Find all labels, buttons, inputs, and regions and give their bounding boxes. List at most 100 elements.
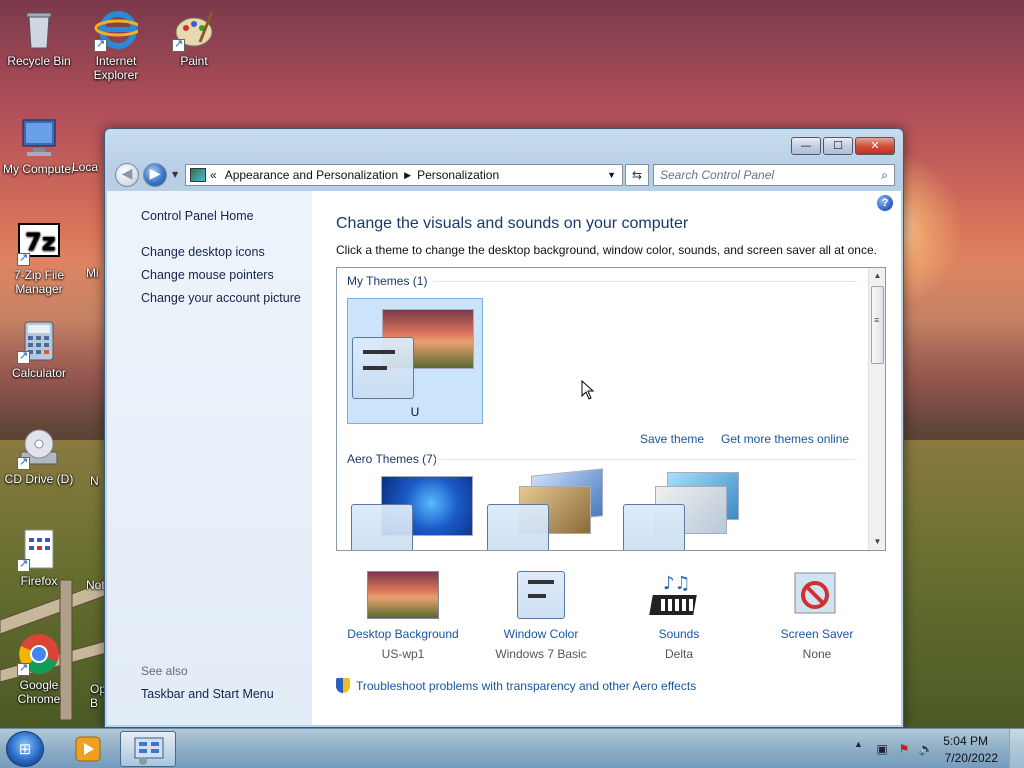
scroll-up-icon[interactable]: ▲ (869, 268, 885, 284)
personalization-window: — ☐ ✕ ◀ ▶ ▼ « Appearance and Personaliza… (104, 128, 904, 728)
main-panel: ? Change the visuals and sounds on your … (312, 191, 901, 725)
breadcrumb-appearance[interactable]: Appearance and Personalization (225, 168, 398, 182)
show-desktop-button[interactable] (1009, 729, 1024, 768)
back-button[interactable]: ◀ (115, 163, 139, 187)
search-placeholder: Search Control Panel (660, 168, 775, 182)
address-overflow-icon[interactable]: « (210, 168, 217, 182)
taskbar-start-menu-link[interactable]: Taskbar and Start Menu (141, 687, 274, 701)
aero-themes-label: Aero Themes (7) (347, 452, 437, 466)
scroll-thumb[interactable] (871, 286, 884, 364)
task-pane: Control Panel Home Change desktop icons … (107, 191, 312, 725)
theme-tile-architecture[interactable] (487, 468, 611, 550)
control-panel-home-link[interactable]: Control Panel Home (141, 209, 254, 223)
recycle-bin-icon (17, 8, 61, 52)
desktop-icon-7zip[interactable]: 7z 7-Zip File Manager (1, 222, 77, 296)
desktop-icon-calculator[interactable]: Calculator (1, 320, 77, 380)
desktop-icon-label: Internet Explorer (93, 54, 139, 82)
window-color-value: Windows 7 Basic (495, 647, 587, 661)
media-player-icon (75, 736, 101, 762)
firefox-icon (17, 528, 61, 572)
screen-saver-setting[interactable]: Screen Saver None (752, 571, 882, 661)
breadcrumb-separator-icon[interactable]: ▶ (404, 170, 411, 181)
change-desktop-icons-link[interactable]: Change desktop icons (141, 245, 265, 259)
window-color-label: Window Color (503, 627, 579, 641)
shortcut-arrow-icon (17, 661, 30, 676)
desktop-icon-label: Recycle Bin (7, 54, 71, 68)
maximize-button[interactable]: ☐ (823, 137, 853, 155)
desktop-icon-label: Firefox (20, 574, 58, 588)
refresh-button[interactable]: ⇆ (625, 164, 649, 186)
window-preview-icon (623, 504, 685, 550)
forward-arrow-icon: ▶ (149, 166, 161, 182)
group-divider (433, 281, 857, 282)
close-button[interactable]: ✕ (855, 137, 895, 155)
page-title: Change the visuals and sounds on your co… (336, 215, 689, 232)
troubleshoot-link[interactable]: Troubleshoot problems with transparency … (336, 678, 696, 693)
desktop-icon-cd-drive[interactable]: CD Drive (D) (1, 426, 77, 486)
change-account-picture-link[interactable]: Change your account picture (141, 291, 301, 305)
window-preview-icon (517, 571, 565, 619)
scroll-down-icon[interactable]: ▼ (869, 534, 885, 550)
desktop-icon-my-computer[interactable]: My Computer (1, 116, 77, 176)
help-icon[interactable]: ? (877, 195, 893, 211)
desktop-icon-firefox[interactable]: Firefox (1, 528, 77, 588)
back-arrow-icon: ◀ (121, 166, 133, 182)
breadcrumb-personalization[interactable]: Personalization (417, 168, 499, 182)
shortcut-arrow-icon (17, 349, 30, 364)
shortcut-arrow-icon (94, 37, 107, 52)
window-color-setting[interactable]: Window Color Windows 7 Basic (476, 571, 606, 661)
desktop-icon-label: Paint (180, 54, 208, 68)
sounds-setting[interactable]: ♪♫ Sounds Delta (614, 571, 744, 661)
group-divider (433, 459, 857, 460)
shortcut-arrow-icon (172, 37, 185, 52)
change-mouse-pointers-link[interactable]: Change mouse pointers (141, 268, 274, 282)
start-button[interactable]: ⊞ (6, 731, 44, 767)
themes-scrollbar[interactable]: ▲ ▼ (868, 268, 885, 550)
computer-icon (17, 116, 61, 160)
sounds-label: Sounds (658, 627, 700, 641)
notification-area: ▲ ▣ ⚑ 🔈 5:04 PM 7/20/2022 (844, 729, 1024, 768)
theme-tile-windows7[interactable] (351, 476, 475, 550)
my-themes-label: My Themes (1) (347, 274, 428, 288)
desktop-icon-recycle-bin[interactable]: Recycle Bin (1, 8, 77, 68)
search-input[interactable]: Search Control Panel ⌕ (653, 164, 895, 186)
desktop-icon-google-chrome[interactable]: Google Chrome (1, 632, 77, 706)
action-center-icon[interactable]: ⚑ (896, 741, 912, 757)
clock-date[interactable]: 7/20/2022 (945, 751, 998, 765)
theme-tile-characters[interactable] (623, 472, 747, 550)
save-theme-link[interactable]: Save theme (640, 432, 704, 446)
minimize-button[interactable]: — (791, 137, 821, 155)
address-bar[interactable]: « Appearance and Personalization ▶ Perso… (185, 164, 623, 186)
mouse-cursor-icon (581, 380, 595, 400)
desktop-icon-paint[interactable]: Paint (156, 8, 232, 68)
shortcut-arrow-icon (17, 455, 30, 470)
desktop-icon-internet-explorer[interactable]: Internet Explorer (78, 8, 154, 82)
address-dropdown-icon[interactable]: ▼ (607, 170, 616, 180)
chrome-icon (17, 632, 61, 676)
search-icon[interactable]: ⌕ (881, 168, 888, 183)
theme-tile-u[interactable]: U (347, 298, 483, 424)
see-also-label: See also (141, 664, 188, 678)
window-controls: — ☐ ✕ (791, 137, 895, 155)
volume-icon[interactable]: 🔈 (918, 741, 934, 757)
desktop-icon-label: CD Drive (D) (4, 472, 74, 486)
network-icon[interactable]: ▣ (874, 741, 890, 757)
show-hidden-icons-icon[interactable]: ▲ (854, 739, 863, 749)
maximize-icon: ☐ (833, 139, 843, 152)
desktop-background-label: Desktop Background (347, 627, 459, 641)
themes-list[interactable]: My Themes (1) U Save theme Get more them… (336, 267, 886, 551)
desktop-background-setting[interactable]: Desktop Background US-wp1 (338, 571, 468, 661)
get-more-themes-link[interactable]: Get more themes online (721, 432, 849, 446)
taskbar-control-panel[interactable] (120, 731, 176, 767)
window-color-icon (517, 571, 565, 619)
desktop-icon-label: 7-Zip File Manager (13, 268, 64, 296)
cd-drive-icon (17, 426, 61, 470)
shortcut-arrow-icon (17, 557, 30, 572)
screen-saver-icon (781, 571, 853, 619)
window-preview-icon (352, 337, 414, 399)
taskbar-media-player[interactable] (60, 731, 116, 767)
desktop-icon-label: My Computer (2, 162, 76, 176)
clock-time[interactable]: 5:04 PM (943, 734, 988, 748)
recent-pages-dropdown[interactable]: ▼ (172, 170, 178, 179)
forward-button[interactable]: ▶ (143, 163, 167, 187)
